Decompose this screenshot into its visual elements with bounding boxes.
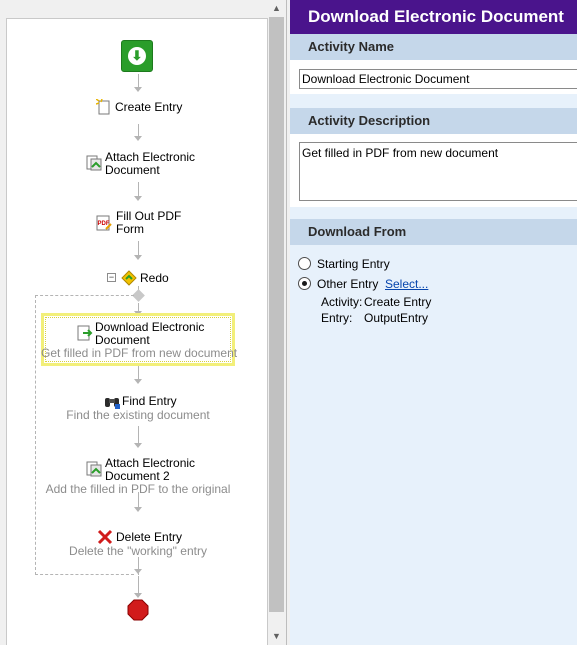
node-description: Find the existing document — [66, 408, 210, 422]
workflow-node-delete-entry[interactable]: Delete Entry — [97, 529, 187, 545]
loop-edge-left — [35, 295, 36, 575]
workflow-node-attach-document[interactable]: Attach Electronic Document — [86, 151, 206, 179]
download-arrow-icon: ⬇ — [128, 47, 146, 65]
node-title: Redo — [140, 271, 169, 285]
node-description: Delete the "working" entry — [69, 544, 207, 558]
connector-arrow — [134, 507, 142, 512]
loop-edge-top — [35, 295, 134, 296]
download-document-icon — [77, 325, 93, 341]
node-title: Delete Entry — [116, 530, 183, 544]
section-header-activity-description: Activity Description — [290, 108, 577, 134]
loop-join-diamond — [132, 289, 145, 302]
connector — [138, 74, 139, 87]
workflow-designer-pane: ⬇ Create Entry Attach Electronic Documen… — [0, 0, 287, 645]
stop-sign-icon[interactable] — [127, 599, 149, 621]
node-description: Get filled in PDF from new document — [41, 346, 238, 360]
select-entry-link[interactable]: Select... — [385, 277, 428, 291]
node-title: Find Entry — [122, 394, 177, 408]
connector-arrow — [134, 569, 142, 574]
node-title: Create Entry — [115, 100, 183, 114]
radio-button-unchecked[interactable] — [298, 257, 311, 270]
new-entry-icon — [96, 99, 110, 115]
radio-starting-entry[interactable]: Starting Entry — [298, 257, 498, 273]
vertical-scrollbar[interactable]: ▲ ▼ — [268, 0, 285, 645]
binoculars-icon — [105, 398, 120, 409]
connector-arrow — [134, 255, 142, 260]
connector — [138, 366, 139, 379]
properties-title: Download Electronic Document — [290, 0, 577, 34]
radio-other-entry[interactable]: Other Entry — [298, 277, 388, 293]
redo-diamond-icon — [121, 270, 137, 286]
download-node-description: Get filled in PDF from new document — [41, 346, 238, 360]
start-node[interactable]: ⬇ — [121, 40, 153, 72]
section-header-activity-name: Activity Name — [290, 34, 577, 60]
workflow-node-create-entry[interactable]: Create Entry — [96, 99, 196, 117]
node-title-line-2: Form — [116, 222, 144, 236]
connector-arrow — [134, 136, 142, 141]
attach-document-icon — [86, 155, 102, 171]
radio-label: Starting Entry — [317, 257, 390, 271]
scroll-down-arrow-icon[interactable]: ▼ — [268, 628, 285, 645]
entry-ref-label: Entry: — [321, 311, 353, 325]
entry-ref-value: OutputEntry — [364, 311, 429, 325]
connector — [138, 303, 139, 311]
connector-arrow — [134, 379, 142, 384]
radio-button-checked[interactable] — [298, 277, 311, 290]
connector-arrow — [134, 443, 142, 448]
pdf-form-icon: PDF — [96, 215, 112, 231]
collapse-toggle[interactable]: − — [107, 273, 116, 282]
activity-name-input[interactable]: Download Electronic Document — [299, 69, 577, 89]
connector — [138, 182, 139, 196]
section-header-download-from: Download From — [290, 219, 577, 245]
pane-splitter[interactable] — [286, 0, 287, 645]
activity-ref-value: Create Entry — [364, 295, 432, 309]
find-entry-description: Find the existing document — [41, 409, 235, 422]
workflow-node-find-entry[interactable]: Find Entry — [104, 393, 184, 409]
activity-ref-label: Activity: — [321, 295, 363, 309]
workflow-node-fill-pdf-form[interactable]: PDF Fill Out PDF Form — [96, 210, 186, 238]
workflow-node-attach-document-2[interactable]: Attach Electronic Document 2 — [86, 457, 206, 485]
node-description: Add the filled in PDF to the original — [45, 482, 231, 496]
connector-arrow — [134, 593, 142, 598]
download-node-content: Download Electronic Document — [77, 321, 217, 349]
connector — [138, 241, 139, 255]
properties-pane: Download Electronic Document Activity Na… — [290, 0, 577, 645]
attach-2-description: Add the filled in PDF to the original — [41, 483, 235, 496]
radio-label: Other Entry — [317, 277, 379, 291]
activity-description-textarea[interactable]: Get filled in PDF from new document — [299, 142, 577, 201]
node-title-line-2: Document — [105, 163, 160, 177]
connector — [138, 426, 139, 443]
delete-entry-description: Delete the "working" entry — [41, 545, 235, 558]
workflow-node-redo[interactable]: − Redo — [107, 270, 177, 286]
scrollbar-thumb[interactable] — [269, 17, 284, 612]
connector-arrow — [134, 196, 142, 201]
connector-arrow — [134, 87, 142, 92]
attach-document-icon — [86, 461, 102, 477]
scroll-up-arrow-icon[interactable]: ▲ — [268, 0, 285, 17]
red-x-icon — [97, 529, 113, 545]
connector — [138, 124, 139, 136]
loop-edge-bottom — [35, 574, 134, 575]
